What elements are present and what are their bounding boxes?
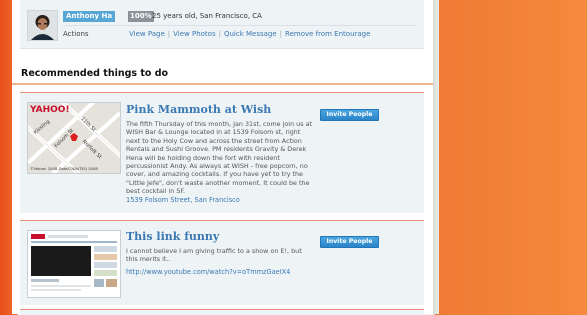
view-page-link[interactable]: View Page bbox=[129, 30, 165, 38]
webpage-thumbnail[interactable] bbox=[27, 230, 121, 298]
recommendation-card: This link funny I cannot believe I am gi… bbox=[20, 220, 424, 305]
avatar[interactable] bbox=[27, 10, 58, 41]
recommendation-title[interactable]: Pink Mammoth at Wish bbox=[126, 103, 271, 116]
view-photos-link[interactable]: View Photos bbox=[173, 30, 215, 38]
quick-message-link[interactable]: Quick Message bbox=[224, 30, 277, 38]
map-copyright: ©Yahoo! 2008,Data©NAVTEQ 2008 bbox=[30, 166, 98, 171]
recommendation-link[interactable]: http://www.youtube.com/watch?v=oTmmzGaeI… bbox=[126, 268, 290, 276]
user-details: 25 years old, San Francisco, CA bbox=[152, 12, 262, 20]
section-title: Recommended things to do bbox=[21, 68, 169, 79]
recommendation-link[interactable]: 1539 Folsom Street, San Francisco bbox=[126, 196, 240, 204]
remove-from-entourage-link[interactable]: Remove from Entourage bbox=[285, 30, 370, 38]
map-thumbnail[interactable]: YAHOO! Kissling 11th St Folsom St Norfol… bbox=[27, 102, 121, 174]
recommendation-description: The fifth Thursday of this month, Jan 31… bbox=[126, 120, 313, 196]
separator: | bbox=[218, 30, 221, 38]
recommendation-card: YAHOO! Kissling 11th St Folsom St Norfol… bbox=[20, 92, 424, 213]
percent-badge: 100% bbox=[128, 11, 154, 22]
map-icon: YAHOO! Kissling 11th St Folsom St Norfol… bbox=[28, 103, 120, 173]
invite-people-button[interactable]: Invite People bbox=[320, 236, 379, 248]
invite-people-button[interactable]: Invite People bbox=[320, 109, 379, 121]
separator: | bbox=[167, 30, 171, 38]
next-card-edge bbox=[20, 309, 424, 315]
column-shadow bbox=[433, 0, 439, 314]
recommendation-description: I cannot believe I am giving traffic to … bbox=[126, 247, 302, 264]
map-logo: YAHOO! bbox=[29, 105, 70, 115]
actions-label: Actions bbox=[63, 30, 89, 38]
webpage-preview-icon bbox=[28, 231, 120, 297]
profile-divider bbox=[63, 25, 415, 26]
profile-row: Anthony Ha 100% 25 years old, San Franci… bbox=[20, 0, 424, 49]
avatar-photo bbox=[28, 11, 57, 40]
user-name-badge[interactable]: Anthony Ha bbox=[63, 11, 116, 22]
section-divider bbox=[12, 83, 433, 85]
separator: | bbox=[279, 30, 283, 38]
recommendation-title[interactable]: This link funny bbox=[126, 230, 219, 243]
profile-actions: View Page | View Photos | Quick Message | Remo… bbox=[129, 29, 370, 39]
